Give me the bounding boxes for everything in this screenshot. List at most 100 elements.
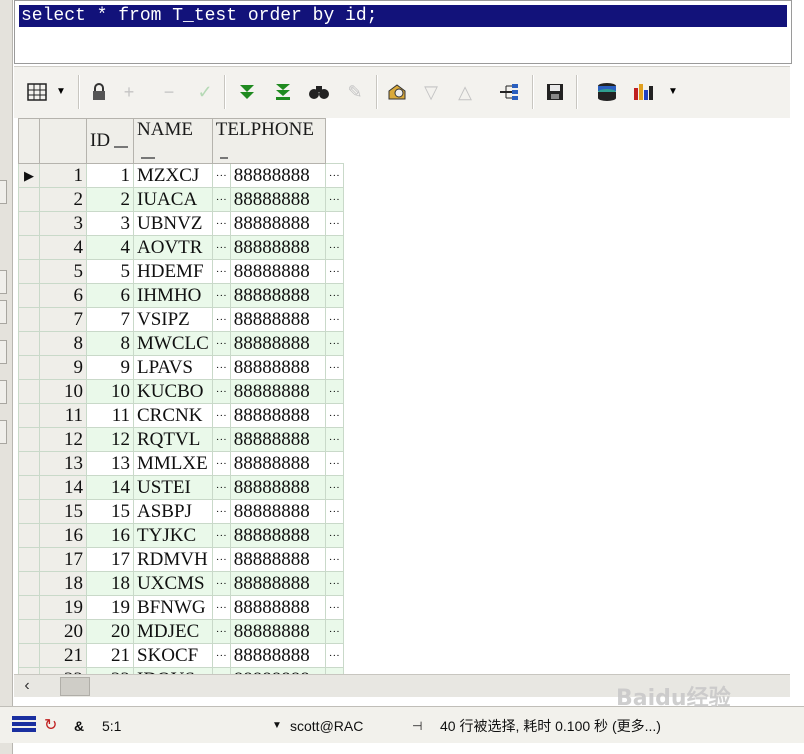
cell-ellipsis-button[interactable]: ··· xyxy=(324,259,344,284)
cell-ellipsis-button[interactable]: ··· xyxy=(324,595,344,620)
cell-ellipsis-button[interactable]: ··· xyxy=(324,427,344,452)
cell-ellipsis-button[interactable]: ··· xyxy=(211,283,231,308)
cell-telphone[interactable]: 88888888 xyxy=(229,355,326,380)
column-header-telphone[interactable]: TELPHONE xyxy=(211,118,326,164)
cell-ellipsis-button[interactable]: ··· xyxy=(324,379,344,404)
cell-ellipsis-button[interactable]: ··· xyxy=(211,475,231,500)
cell-name[interactable]: BFNWG xyxy=(133,595,213,620)
cell-id[interactable]: 18 xyxy=(86,571,134,596)
connection-dropdown-icon[interactable]: ▼ xyxy=(272,716,282,736)
check-icon[interactable]: ✓ xyxy=(194,81,216,103)
save-icon[interactable] xyxy=(544,81,566,103)
row-number[interactable]: 21 xyxy=(39,643,87,668)
column-header-id[interactable]: ID xyxy=(86,118,134,164)
cell-telphone[interactable]: 88888888 xyxy=(229,379,326,404)
panel-tab[interactable] xyxy=(0,300,7,324)
cell-ellipsis-button[interactable]: ··· xyxy=(324,235,344,260)
scroll-left-arrow-icon[interactable]: ‹ xyxy=(18,675,36,697)
cell-id[interactable]: 19 xyxy=(86,595,134,620)
plus-icon[interactable]: + xyxy=(118,81,140,103)
cell-ellipsis-button[interactable]: ··· xyxy=(324,451,344,476)
record-navigation-icon[interactable] xyxy=(498,81,520,103)
table-row[interactable]: 4 4 AOVTR ··· 88888888 ··· xyxy=(18,235,344,260)
cell-ellipsis-button[interactable]: ··· xyxy=(211,523,231,548)
row-number[interactable]: 4 xyxy=(39,235,87,260)
row-number[interactable]: 13 xyxy=(39,451,87,476)
cell-ellipsis-button[interactable]: ··· xyxy=(211,307,231,332)
row-number[interactable]: 12 xyxy=(39,427,87,452)
table-row[interactable]: 9 9 LPAVS ··· 88888888 ··· xyxy=(18,355,344,380)
cell-name[interactable]: MZXCJ xyxy=(133,163,213,188)
cell-ellipsis-button[interactable]: ··· xyxy=(324,283,344,308)
cell-ellipsis-button[interactable]: ··· xyxy=(211,595,231,620)
row-number[interactable]: 5 xyxy=(39,259,87,284)
cell-name[interactable]: CRCNK xyxy=(133,403,213,428)
column-resize-handle[interactable] xyxy=(141,157,155,159)
cell-name[interactable]: HDEMF xyxy=(133,259,213,284)
table-row[interactable]: 3 3 UBNVZ ··· 88888888 ··· xyxy=(18,211,344,236)
cell-name[interactable]: LPAVS xyxy=(133,355,213,380)
cell-id[interactable]: 21 xyxy=(86,643,134,668)
table-row[interactable]: 7 7 VSIPZ ··· 88888888 ··· xyxy=(18,307,344,332)
cell-ellipsis-button[interactable]: ··· xyxy=(211,331,231,356)
table-row[interactable]: 18 18 UXCMS ··· 88888888 ··· xyxy=(18,571,344,596)
table-row[interactable]: 6 6 IHMHO ··· 88888888 ··· xyxy=(18,283,344,308)
cell-id[interactable]: 2 xyxy=(86,187,134,212)
cell-name[interactable]: ASBPJ xyxy=(133,499,213,524)
cell-ellipsis-button[interactable]: ··· xyxy=(324,211,344,236)
cell-ellipsis-button[interactable]: ··· xyxy=(211,499,231,524)
cell-ellipsis-button[interactable]: ··· xyxy=(211,427,231,452)
table-row[interactable]: 16 16 TYJKC ··· 88888888 ··· xyxy=(18,523,344,548)
cell-name[interactable]: USTEI xyxy=(133,475,213,500)
cell-telphone[interactable]: 88888888 xyxy=(229,571,326,596)
query-by-example-icon[interactable] xyxy=(386,81,408,103)
sql-text[interactable]: select * from T_test order by id; xyxy=(19,5,787,27)
clear-icon[interactable]: ✎ xyxy=(344,81,366,103)
table-row[interactable]: 2 2 IUACA ··· 88888888 ··· xyxy=(18,187,344,212)
row-number[interactable]: 6 xyxy=(39,283,87,308)
row-number[interactable]: 7 xyxy=(39,307,87,332)
cell-ellipsis-button[interactable]: ··· xyxy=(324,307,344,332)
table-row[interactable]: ▶ 1 1 MZXCJ ··· 88888888 ··· xyxy=(18,163,344,188)
cell-ellipsis-button[interactable]: ··· xyxy=(211,403,231,428)
cell-id[interactable]: 10 xyxy=(86,379,134,404)
cell-id[interactable]: 4 xyxy=(86,235,134,260)
cell-telphone[interactable]: 88888888 xyxy=(229,331,326,356)
cell-ellipsis-button[interactable]: ··· xyxy=(324,355,344,380)
cell-ellipsis-button[interactable]: ··· xyxy=(211,211,231,236)
panel-tab[interactable] xyxy=(0,380,7,404)
cell-id[interactable]: 20 xyxy=(86,619,134,644)
cell-name[interactable]: MDJEC xyxy=(133,619,213,644)
cell-name[interactable]: RDMVH xyxy=(133,547,213,572)
cell-id[interactable]: 11 xyxy=(86,403,134,428)
cell-telphone[interactable]: 88888888 xyxy=(229,283,326,308)
cell-telphone[interactable]: 88888888 xyxy=(229,403,326,428)
cell-ellipsis-button[interactable]: ··· xyxy=(324,187,344,212)
cell-id[interactable]: 15 xyxy=(86,499,134,524)
cell-ellipsis-button[interactable]: ··· xyxy=(211,547,231,572)
panel-tab[interactable] xyxy=(0,340,7,364)
row-number[interactable]: 2 xyxy=(39,187,87,212)
cell-ellipsis-button[interactable]: ··· xyxy=(211,355,231,380)
cell-name[interactable]: MMLXE xyxy=(133,451,213,476)
export-icon[interactable] xyxy=(596,81,618,103)
cell-ellipsis-button[interactable]: ··· xyxy=(324,475,344,500)
panel-tab[interactable] xyxy=(0,180,7,204)
cell-ellipsis-button[interactable]: ··· xyxy=(211,259,231,284)
table-row[interactable]: 12 12 RQTVL ··· 88888888 ··· xyxy=(18,427,344,452)
cell-name[interactable]: KUCBO xyxy=(133,379,213,404)
table-row[interactable]: 15 15 ASBPJ ··· 88888888 ··· xyxy=(18,499,344,524)
fetch-last-icon[interactable] xyxy=(272,81,294,103)
cell-telphone[interactable]: 88888888 xyxy=(229,475,326,500)
cell-id[interactable]: 1 xyxy=(86,163,134,188)
cell-ellipsis-button[interactable]: ··· xyxy=(211,451,231,476)
cell-id[interactable]: 13 xyxy=(86,451,134,476)
triangle-icon[interactable]: △ xyxy=(454,81,476,103)
cell-ellipsis-button[interactable]: ··· xyxy=(324,643,344,668)
cell-ellipsis-button[interactable]: ··· xyxy=(211,643,231,668)
fetch-next-icon[interactable] xyxy=(236,81,258,103)
cell-ellipsis-button[interactable]: ··· xyxy=(211,163,231,188)
cell-name[interactable]: UBNVZ xyxy=(133,211,213,236)
row-number[interactable]: 15 xyxy=(39,499,87,524)
refresh-icon[interactable]: ↻ xyxy=(44,716,57,736)
